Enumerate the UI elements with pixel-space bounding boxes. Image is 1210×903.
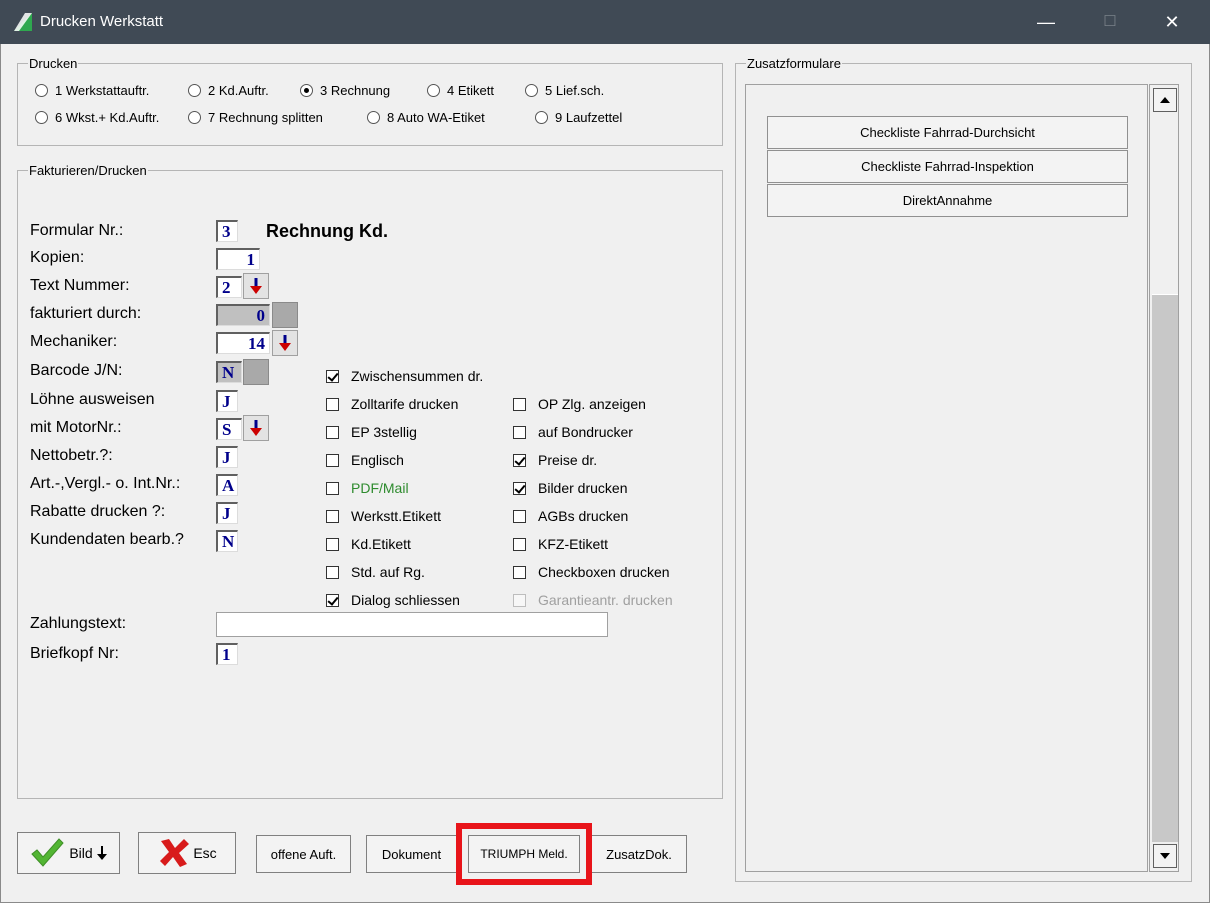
checkbox-std-auf-rg[interactable]: Std. auf Rg. bbox=[326, 564, 425, 580]
kopien-field[interactable]: 1 bbox=[216, 248, 260, 270]
close-button[interactable]: ✕ bbox=[1140, 0, 1204, 44]
checkbox-bilder-drucken[interactable]: Bilder drucken bbox=[513, 480, 628, 496]
zahlungstext-input[interactable] bbox=[216, 612, 608, 637]
arrow-down-icon bbox=[96, 846, 107, 860]
app-logo-icon bbox=[14, 13, 32, 31]
nettobetr-field[interactable]: J bbox=[216, 446, 238, 468]
checkbox-zwischensummen[interactable]: Zwischensummen dr. bbox=[326, 368, 483, 384]
rabatte-drucken-field[interactable]: J bbox=[216, 502, 238, 524]
minimize-button[interactable]: — bbox=[1014, 0, 1078, 44]
checkmark-icon bbox=[31, 838, 64, 867]
arrow-down-icon bbox=[250, 278, 262, 294]
fakturiert-durch-button[interactable] bbox=[272, 302, 298, 328]
label-loehne-ausweisen: Löhne ausweisen bbox=[30, 391, 155, 408]
loehne-ausweisen-field[interactable]: J bbox=[216, 390, 238, 412]
checkbox-englisch[interactable]: Englisch bbox=[326, 452, 404, 468]
fakturiert-durch-field[interactable]: 0 bbox=[216, 304, 270, 326]
vertical-scrollbar[interactable] bbox=[1149, 84, 1179, 872]
form-title: Rechnung Kd. bbox=[266, 221, 388, 241]
radio-lief-sch[interactable]: 5 Lief.sch. bbox=[525, 83, 604, 98]
direktannahme-button[interactable]: DirektAnnahme bbox=[767, 184, 1128, 217]
radio-rechnung[interactable]: 3 Rechnung bbox=[300, 83, 390, 98]
mit-motornr-field[interactable]: S bbox=[216, 418, 242, 440]
checkbox-pdf-mail[interactable]: PDF/Mail bbox=[326, 480, 409, 496]
radio-laufzettel[interactable]: 9 Laufzettel bbox=[535, 110, 622, 125]
maximize-button[interactable]: ☐ bbox=[1078, 0, 1142, 44]
scroll-thumb[interactable] bbox=[1152, 294, 1178, 842]
radio-rechnung-splitten[interactable]: 7 Rechnung splitten bbox=[188, 110, 323, 125]
text-nummer-field[interactable]: 2 bbox=[216, 276, 242, 298]
mit-motornr-dropdown-button[interactable] bbox=[243, 415, 269, 441]
checkbox-kfz-etikett[interactable]: KFZ-Etikett bbox=[513, 536, 608, 552]
checkliste-durchsicht-button[interactable]: Checkliste Fahrrad-Durchsicht bbox=[767, 116, 1128, 149]
window-title: Drucken Werkstatt bbox=[40, 13, 164, 30]
text-nummer-dropdown-button[interactable] bbox=[243, 273, 269, 299]
checkbox-checkboxen-drucken[interactable]: Checkboxen drucken bbox=[513, 564, 670, 580]
briefkopf-nr-field[interactable]: 1 bbox=[216, 643, 238, 665]
bild-label: Bild bbox=[69, 845, 93, 861]
drucken-group: Drucken bbox=[17, 56, 723, 146]
label-rabatte-drucken: Rabatte drucken ?: bbox=[30, 503, 166, 520]
checkliste-inspektion-button[interactable]: Checkliste Fahrrad-Inspektion bbox=[767, 150, 1128, 183]
checkbox-garantieantr-drucken: Garantieantr. drucken bbox=[513, 592, 673, 608]
checkbox-kd-etikett[interactable]: Kd.Etikett bbox=[326, 536, 411, 552]
label-kundendaten-bearb: Kundendaten bearb.? bbox=[30, 531, 184, 548]
drucken-legend: Drucken bbox=[29, 56, 78, 71]
arrow-down-icon bbox=[250, 420, 262, 436]
zusatzformulare-legend: Zusatzformulare bbox=[747, 56, 841, 71]
radio-kd-auftr[interactable]: 2 Kd.Auftr. bbox=[188, 83, 269, 98]
checkbox-ep-3stellig[interactable]: EP 3stellig bbox=[326, 424, 417, 440]
label-zahlungstext: Zahlungstext: bbox=[30, 615, 127, 632]
mechaniker-dropdown-button[interactable] bbox=[272, 330, 298, 356]
fakturieren-legend: Fakturieren/Drucken bbox=[29, 163, 147, 178]
title-bar: Drucken Werkstatt — ☐ ✕ bbox=[0, 0, 1210, 44]
checkbox-preise-dr[interactable]: Preise dr. bbox=[513, 452, 597, 468]
red-x-icon bbox=[160, 839, 190, 867]
label-briefkopf-nr: Briefkopf Nr: bbox=[30, 645, 119, 662]
label-mit-motornr: mit MotorNr.: bbox=[30, 419, 122, 436]
scroll-up-button[interactable] bbox=[1153, 88, 1177, 112]
chevron-up-icon bbox=[1160, 97, 1170, 103]
label-formular-nr: Formular Nr.: bbox=[30, 222, 124, 239]
dokument-button[interactable]: Dokument bbox=[366, 835, 457, 873]
label-nettobetr: Nettobetr.?: bbox=[30, 447, 113, 464]
checkbox-dialog-schliessen[interactable]: Dialog schliessen bbox=[326, 592, 460, 608]
scroll-down-button[interactable] bbox=[1153, 844, 1177, 868]
checkbox-op-zlg-anzeigen[interactable]: OP Zlg. anzeigen bbox=[513, 396, 646, 412]
triumph-meld-button[interactable]: TRIUMPH Meld. bbox=[468, 835, 580, 873]
formular-nr-field[interactable]: 3 bbox=[216, 220, 238, 242]
kundendaten-bearb-field[interactable]: N bbox=[216, 530, 238, 552]
label-text-nummer: Text Nummer: bbox=[30, 277, 130, 294]
zusatzdok-button[interactable]: ZusatzDok. bbox=[591, 835, 687, 873]
label-fakturiert-durch: fakturiert durch: bbox=[30, 305, 142, 322]
art-vergl-int-nr-field[interactable]: A bbox=[216, 474, 238, 496]
radio-werkstattauftr[interactable]: 1 Werkstattauftr. bbox=[35, 83, 149, 98]
esc-button[interactable]: Esc bbox=[138, 832, 236, 874]
radio-wkst-kd-auftr[interactable]: 6 Wkst.+ Kd.Auftr. bbox=[35, 110, 159, 125]
label-mechaniker: Mechaniker: bbox=[30, 333, 118, 350]
chevron-down-icon bbox=[1160, 853, 1170, 859]
barcode-field[interactable]: N bbox=[216, 361, 242, 383]
label-kopien: Kopien: bbox=[30, 249, 85, 266]
checkbox-auf-bondrucker[interactable]: auf Bondrucker bbox=[513, 424, 633, 440]
bild-button[interactable]: Bild bbox=[17, 832, 120, 874]
arrow-down-icon bbox=[279, 335, 291, 351]
checkbox-werkstt-etikett[interactable]: Werkstt.Etikett bbox=[326, 508, 441, 524]
label-art-vergl-int-nr: Art.-,Vergl.- o. Int.Nr.: bbox=[30, 475, 181, 492]
barcode-button[interactable] bbox=[243, 359, 269, 385]
esc-label: Esc bbox=[193, 845, 217, 861]
offene-auftraege-button[interactable]: offene Auft. bbox=[256, 835, 351, 873]
label-barcode: Barcode J/N: bbox=[30, 362, 123, 379]
mechaniker-field[interactable]: 14 bbox=[216, 332, 270, 354]
radio-etikett[interactable]: 4 Etikett bbox=[427, 83, 494, 98]
radio-auto-wa-etiket[interactable]: 8 Auto WA-Etiket bbox=[367, 110, 485, 125]
checkbox-zolltarife[interactable]: Zolltarife drucken bbox=[326, 396, 458, 412]
checkbox-agbs-drucken[interactable]: AGBs drucken bbox=[513, 508, 628, 524]
